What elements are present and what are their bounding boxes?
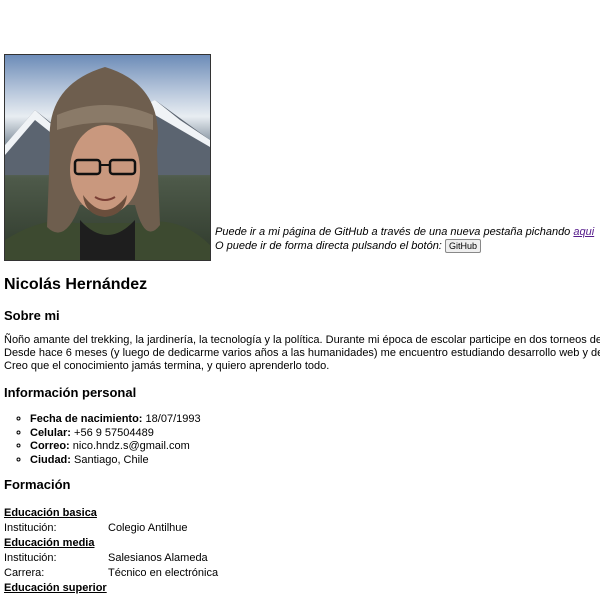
institution-label: Institución: (4, 551, 57, 564)
institution-value: Colegio Antilhue (108, 521, 188, 534)
github-button[interactable]: GitHub (444, 239, 481, 253)
about-line: Desde hace 6 meses (y luego de dedicarme… (4, 347, 600, 359)
birthdate-value: 18/07/1993 (145, 413, 201, 425)
list-item-city: Ciudad: Santiago, Chile (30, 454, 201, 468)
higher-education-title: Educación superior (4, 581, 107, 594)
list-item-email: Correo: nico.hndz.s@gmail.com (30, 440, 201, 454)
table-row: Institución: Salesianos Alameda (2, 550, 220, 565)
github-link[interactable]: aqui (573, 226, 594, 238)
table-row: Institución: Colegio Antilhue (2, 520, 220, 535)
phone-value: +56 9 57504489 (74, 426, 154, 439)
about-heading: Sobre mi (4, 308, 60, 323)
table-row: Educación media (2, 535, 220, 550)
person-illustration (5, 67, 210, 260)
education-heading: Formación (4, 477, 71, 492)
about-line: Creo que el conocimiento jamás termina, … (4, 360, 330, 372)
profile-photo (4, 54, 211, 261)
basic-education-title: Educación basica (4, 506, 97, 519)
career-label: Carrera: (4, 566, 45, 579)
github-button-text: O puede ir de forma directa pulsando el … (215, 239, 442, 252)
about-line: Ñoño amante del trekking, la jardinería,… (4, 334, 600, 346)
list-item-phone: Celular: +56 9 57504489 (30, 427, 201, 441)
page-title: Nicolás Hernández (4, 276, 148, 293)
birthdate-label: Fecha de nacimiento: (30, 413, 143, 425)
about-text: Ñoño amante del trekking, la jardinería,… (4, 334, 600, 373)
list-item-birthdate: Fecha de nacimiento: 18/07/1993 (30, 413, 201, 427)
github-link-line: Puede ir a mi página de GitHub a través … (215, 226, 594, 239)
github-link-text: Puede ir a mi página de GitHub a través … (215, 226, 571, 238)
table-row: Carrera: Técnico en electrónica (2, 565, 220, 580)
phone-label: Celular: (30, 426, 71, 439)
personal-info-heading: Información personal (4, 385, 137, 400)
header-row: Puede ir a mi página de GitHub a través … (4, 54, 594, 261)
table-row: Educación superior (2, 580, 220, 595)
career-value: Técnico en electrónica (108, 566, 219, 579)
institution-label: Institución: (4, 521, 57, 534)
email-label: Correo: (30, 440, 70, 452)
middle-education-title: Educación media (4, 536, 95, 549)
email-value: nico.hndz.s@gmail.com (72, 440, 190, 452)
education-table: Educación basica Institución: Colegio Ant… (2, 505, 220, 595)
city-label: Ciudad: (30, 453, 71, 466)
table-row: Educación basica (2, 505, 220, 520)
institution-value: Salesianos Alameda (108, 551, 208, 564)
city-value: Santiago, Chile (74, 453, 149, 466)
personal-info-list: Fecha de nacimiento: 18/07/1993 Celular:… (4, 413, 201, 467)
github-intro: Puede ir a mi página de GitHub a través … (215, 226, 594, 261)
github-button-line: O puede ir de forma directa pulsando el … (215, 239, 594, 253)
